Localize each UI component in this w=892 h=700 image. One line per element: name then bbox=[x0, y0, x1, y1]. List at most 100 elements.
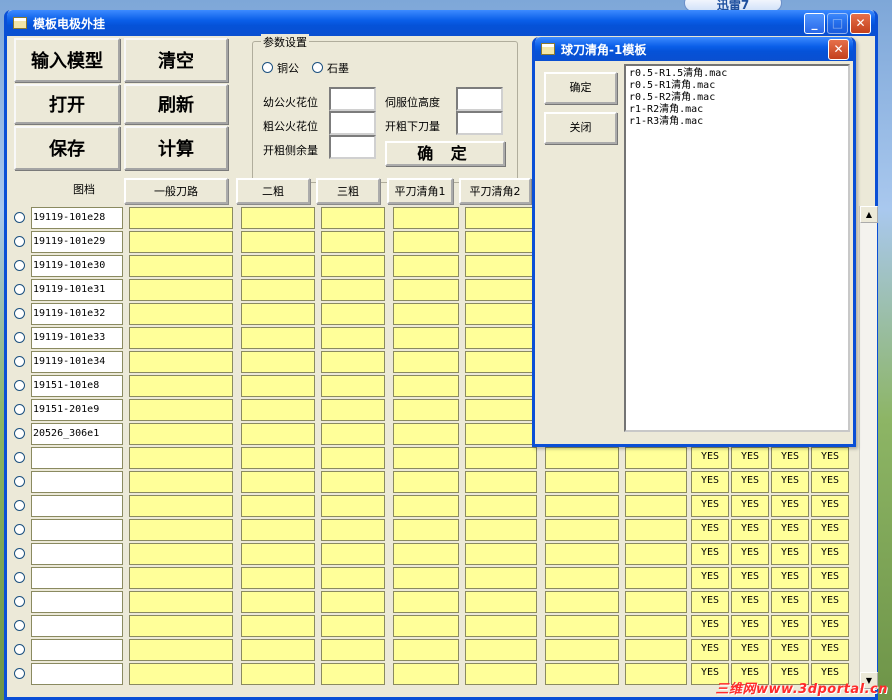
list-item[interactable]: r0.5-R1.5清角.mac bbox=[629, 68, 845, 80]
row-select-radio[interactable] bbox=[14, 476, 25, 487]
yes-cell[interactable]: YES bbox=[731, 519, 769, 541]
row-select-radio[interactable] bbox=[14, 668, 25, 679]
table-cell[interactable] bbox=[393, 639, 459, 661]
yes-cell[interactable]: YES bbox=[691, 591, 729, 613]
table-cell[interactable] bbox=[625, 663, 687, 685]
table-cell[interactable] bbox=[545, 639, 619, 661]
table-cell[interactable] bbox=[393, 351, 459, 373]
table-cell[interactable] bbox=[241, 471, 315, 493]
row-select-radio[interactable] bbox=[14, 236, 25, 247]
table-cell[interactable] bbox=[321, 615, 385, 637]
yes-cell[interactable]: YES bbox=[811, 447, 849, 469]
table-cell[interactable] bbox=[465, 231, 537, 253]
table-cell[interactable] bbox=[465, 543, 537, 565]
yes-cell[interactable]: YES bbox=[771, 543, 809, 565]
yes-cell[interactable]: YES bbox=[691, 615, 729, 637]
row-select-radio[interactable] bbox=[14, 572, 25, 583]
table-cell[interactable] bbox=[393, 303, 459, 325]
col-header-third-rough[interactable]: 三粗 bbox=[316, 178, 380, 204]
table-cell[interactable] bbox=[321, 399, 385, 421]
table-cell[interactable] bbox=[321, 375, 385, 397]
file-name-cell[interactable] bbox=[31, 519, 123, 541]
table-cell[interactable] bbox=[129, 423, 233, 445]
table-cell[interactable] bbox=[465, 279, 537, 301]
yes-cell[interactable]: YES bbox=[811, 495, 849, 517]
row-select-radio[interactable] bbox=[14, 332, 25, 343]
table-cell[interactable] bbox=[129, 567, 233, 589]
table-cell[interactable] bbox=[241, 543, 315, 565]
table-cell[interactable] bbox=[393, 615, 459, 637]
table-cell[interactable] bbox=[625, 639, 687, 661]
table-cell[interactable] bbox=[465, 663, 537, 685]
refresh-button[interactable]: 刷新 bbox=[124, 84, 228, 124]
yes-cell[interactable]: YES bbox=[771, 519, 809, 541]
list-item[interactable]: r0.5-R1清角.mac bbox=[629, 80, 845, 92]
table-cell[interactable] bbox=[545, 591, 619, 613]
file-name-cell[interactable] bbox=[31, 447, 123, 469]
row-select-radio[interactable] bbox=[14, 404, 25, 415]
col-header-general-path[interactable]: 一般刀路 bbox=[124, 178, 228, 204]
yes-cell[interactable]: YES bbox=[691, 639, 729, 661]
list-item[interactable]: r0.5-R2清角.mac bbox=[629, 92, 845, 104]
yes-cell[interactable]: YES bbox=[811, 471, 849, 493]
table-cell[interactable] bbox=[241, 567, 315, 589]
table-cell[interactable] bbox=[321, 303, 385, 325]
yes-cell[interactable]: YES bbox=[691, 495, 729, 517]
row-select-radio[interactable] bbox=[14, 260, 25, 271]
table-cell[interactable] bbox=[545, 519, 619, 541]
maximize-button[interactable]: □ bbox=[827, 13, 848, 34]
table-cell[interactable] bbox=[545, 471, 619, 493]
table-cell[interactable] bbox=[465, 591, 537, 613]
table-cell[interactable] bbox=[545, 543, 619, 565]
table-cell[interactable] bbox=[321, 495, 385, 517]
table-cell[interactable] bbox=[393, 279, 459, 301]
yes-cell[interactable]: YES bbox=[691, 567, 729, 589]
table-cell[interactable] bbox=[129, 207, 233, 229]
table-cell[interactable] bbox=[129, 255, 233, 277]
table-cell[interactable] bbox=[241, 663, 315, 685]
file-name-cell[interactable]: 19119-101e28 bbox=[31, 207, 123, 229]
open-button[interactable]: 打开 bbox=[14, 84, 120, 124]
table-cell[interactable] bbox=[465, 639, 537, 661]
table-cell[interactable] bbox=[129, 663, 233, 685]
table-cell[interactable] bbox=[129, 471, 233, 493]
table-cell[interactable] bbox=[625, 495, 687, 517]
file-name-cell[interactable]: 19119-101e29 bbox=[31, 231, 123, 253]
table-cell[interactable] bbox=[321, 519, 385, 541]
main-title-bar[interactable]: 模板电极外挂 _ □ ✕ bbox=[7, 10, 875, 36]
table-cell[interactable] bbox=[241, 519, 315, 541]
yes-cell[interactable]: YES bbox=[691, 447, 729, 469]
table-cell[interactable] bbox=[241, 303, 315, 325]
yes-cell[interactable]: YES bbox=[731, 567, 769, 589]
file-name-cell[interactable] bbox=[31, 639, 123, 661]
table-cell[interactable] bbox=[625, 447, 687, 469]
row-select-radio[interactable] bbox=[14, 284, 25, 295]
compute-button[interactable]: 计算 bbox=[124, 126, 228, 170]
file-name-cell[interactable] bbox=[31, 567, 123, 589]
open-rough-depth-input[interactable] bbox=[456, 111, 503, 135]
copper-radio[interactable] bbox=[262, 62, 273, 73]
list-item[interactable]: r1-R2清角.mac bbox=[629, 104, 845, 116]
table-cell[interactable] bbox=[321, 543, 385, 565]
table-cell[interactable] bbox=[465, 303, 537, 325]
table-cell[interactable] bbox=[545, 495, 619, 517]
minimize-button[interactable]: _ bbox=[804, 13, 825, 34]
table-cell[interactable] bbox=[321, 279, 385, 301]
table-cell[interactable] bbox=[241, 447, 315, 469]
yes-cell[interactable]: YES bbox=[731, 471, 769, 493]
save-button[interactable]: 保存 bbox=[14, 126, 120, 170]
table-cell[interactable] bbox=[465, 567, 537, 589]
file-name-cell[interactable]: 19119-101e32 bbox=[31, 303, 123, 325]
table-cell[interactable] bbox=[465, 375, 537, 397]
table-cell[interactable] bbox=[545, 567, 619, 589]
table-cell[interactable] bbox=[393, 447, 459, 469]
table-cell[interactable] bbox=[241, 639, 315, 661]
yes-cell[interactable]: YES bbox=[731, 543, 769, 565]
scroll-up-arrow-icon[interactable]: ▲ bbox=[860, 206, 878, 223]
table-cell[interactable] bbox=[545, 615, 619, 637]
table-cell[interactable] bbox=[393, 375, 459, 397]
table-cell[interactable] bbox=[241, 399, 315, 421]
table-cell[interactable] bbox=[465, 351, 537, 373]
dialog-ok-button[interactable]: 确定 bbox=[544, 72, 617, 104]
row-select-radio[interactable] bbox=[14, 596, 25, 607]
